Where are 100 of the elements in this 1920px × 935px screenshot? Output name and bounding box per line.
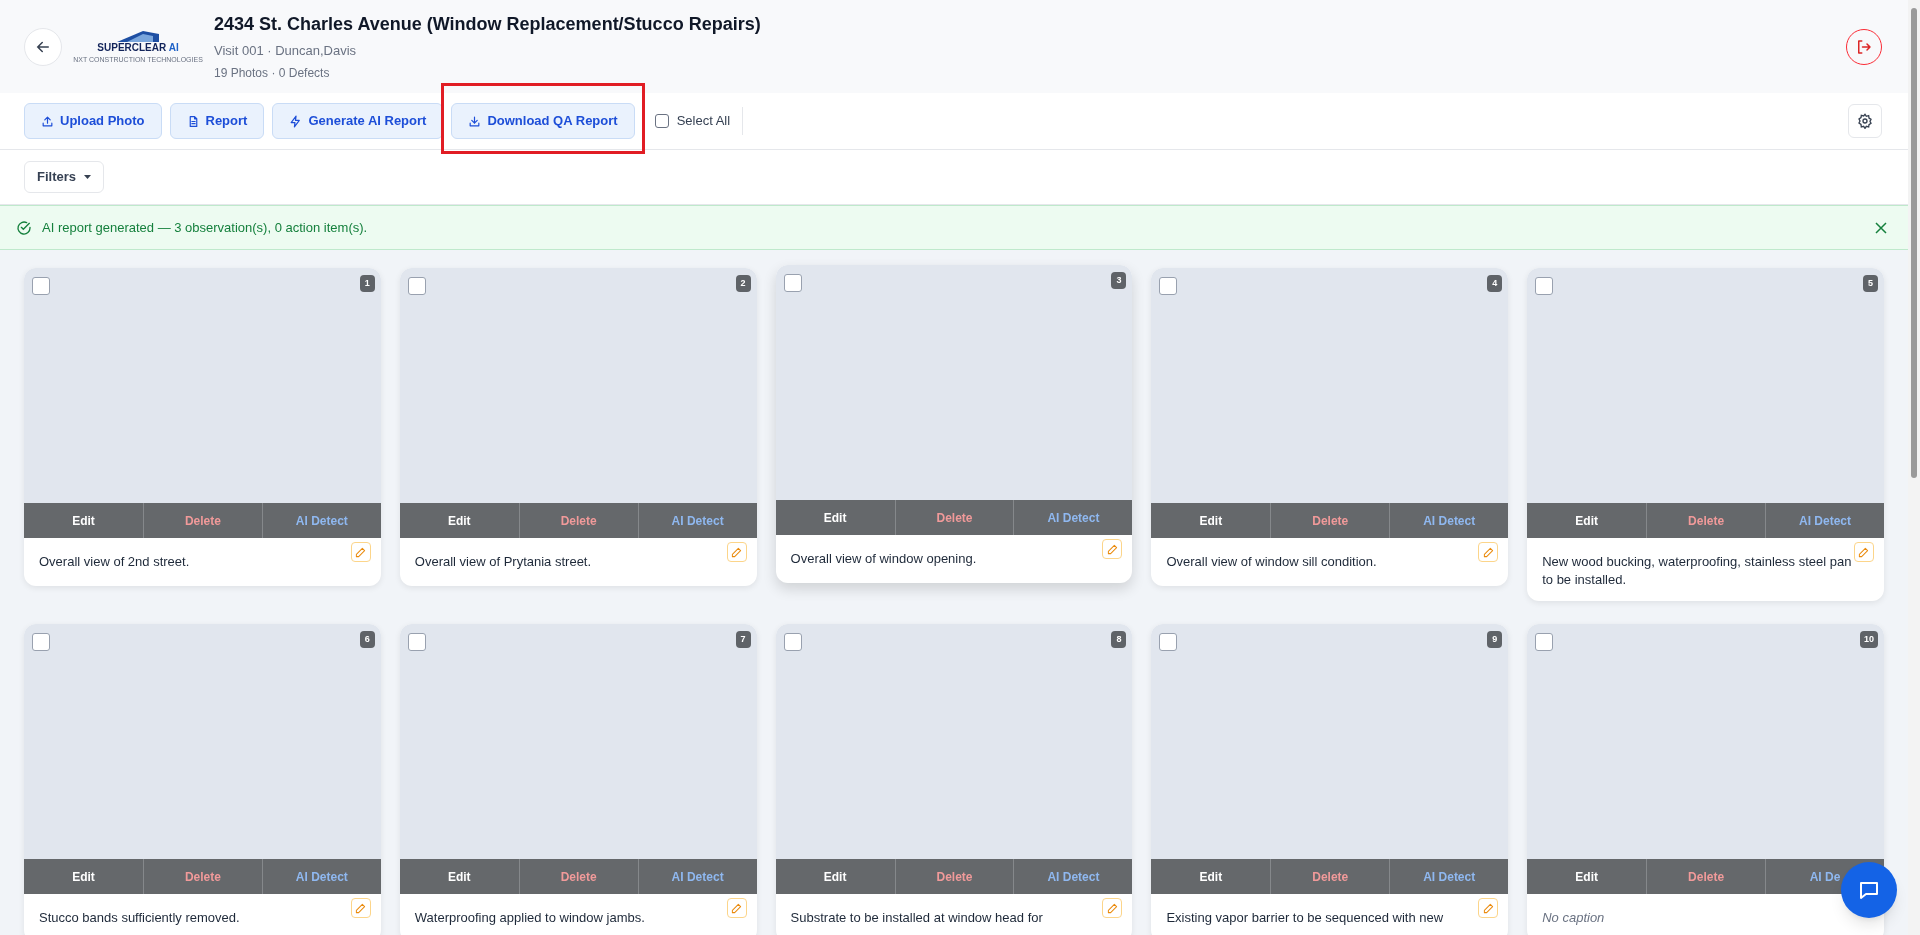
photo-checkbox[interactable]: [783, 633, 802, 651]
photo-action-button[interactable]: Delete: [560, 511, 597, 530]
pencil-icon: [731, 902, 743, 914]
photo-stats: 19 Photos · 0 Defects: [214, 64, 331, 82]
logo-wordmark: SUPERCLEAR AI: [97, 41, 179, 54]
photo-checkbox[interactable]: [1535, 633, 1554, 651]
logout-icon: [1855, 37, 1873, 56]
settings-icon: [1857, 113, 1873, 129]
photo-action-button[interactable]: Delete: [936, 867, 973, 886]
photo-checkbox[interactable]: [783, 274, 802, 292]
photo-checkbox[interactable]: [32, 277, 50, 295]
photo-number: 3: [1111, 272, 1127, 289]
photo-action-button[interactable]: Edit: [72, 867, 95, 886]
photo-action-button[interactable]: Edit: [1199, 867, 1223, 886]
photo-action-button[interactable]: Delete: [1688, 867, 1725, 886]
photo-action-button[interactable]: Edit: [447, 867, 471, 886]
banner-message: AI report generated — 3 observation(s), 0 action item(s).: [42, 218, 368, 237]
pencil-icon: [731, 546, 743, 558]
photo-action-button[interactable]: AI Detect: [1423, 867, 1476, 886]
check-circle-icon: [16, 219, 32, 236]
photo-action-button[interactable]: Edit: [447, 511, 471, 530]
pencil-icon: [355, 902, 367, 914]
pencil-icon: [1106, 902, 1118, 914]
edit-caption-button[interactable]: [1102, 539, 1123, 559]
photo-action-button[interactable]: AI Detect: [295, 511, 348, 530]
photo-checkbox[interactable]: [1535, 277, 1554, 295]
photo-number: 7: [735, 631, 751, 648]
pencil-icon: [1106, 543, 1118, 555]
photo-caption: Substrate to be installed at window head for: [790, 909, 1044, 927]
photo-action-button[interactable]: Edit: [72, 511, 95, 530]
photo-action-button[interactable]: AI Detect: [671, 511, 724, 530]
pencil-icon: [355, 546, 367, 558]
pencil-icon: [1858, 546, 1870, 558]
edit-caption-button[interactable]: [726, 542, 747, 562]
edit-caption-button[interactable]: [726, 898, 747, 918]
photo-caption: Existing vapor barrier to be sequenced with new: [1166, 909, 1445, 927]
photo-caption: Overall view of 2nd street.: [39, 553, 191, 571]
photo-action-button[interactable]: Delete: [936, 508, 973, 527]
edit-caption-button[interactable]: [1854, 542, 1874, 562]
photo-action-button[interactable]: AI Detect: [295, 867, 348, 886]
photo-caption: Waterproofing applied to window jambs.: [414, 909, 646, 927]
scrollbar-track[interactable]: [1908, 0, 1920, 935]
toolbar-button[interactable]: Download QA Report: [451, 103, 635, 139]
photo-action-button[interactable]: AI Detect: [1047, 508, 1100, 527]
photo-number: 1: [359, 275, 375, 292]
photo-number: 5: [1863, 275, 1878, 292]
toolbar-button[interactable]: Upload Photo: [24, 103, 162, 139]
pencil-icon: [1482, 902, 1494, 914]
photo-action-button[interactable]: Edit: [1199, 511, 1223, 530]
caret-icon: [84, 174, 91, 180]
visit-info: Visit 001 · Duncan,Davis: [214, 42, 358, 61]
close-button[interactable]: [1873, 219, 1889, 236]
select-all-label[interactable]: Select All: [676, 111, 731, 131]
close-icon: [1875, 221, 1887, 234]
photo-action-button[interactable]: AI Detect: [1799, 511, 1851, 530]
photo-action-button[interactable]: Delete: [1688, 511, 1725, 530]
photo-caption: Overall view of window opening.: [790, 550, 978, 568]
photo-number: 8: [1111, 631, 1127, 648]
photo-checkbox[interactable]: [407, 633, 426, 651]
photo-caption: New wood bucking, waterproofing, stainless steel pan to be installed.: [1542, 553, 1853, 589]
photo-checkbox[interactable]: [1159, 277, 1178, 295]
photo-action-button[interactable]: AI Detect: [1423, 511, 1476, 530]
edit-caption-button[interactable]: [1478, 542, 1499, 562]
photo-number: 4: [1487, 275, 1503, 292]
select-all-checkbox[interactable]: [654, 114, 669, 128]
toolbar-button[interactable]: Generate AI Report: [272, 103, 444, 139]
photo-checkbox[interactable]: [407, 277, 426, 295]
edit-caption-button[interactable]: [1102, 898, 1123, 918]
photo-action-button[interactable]: Edit: [1575, 511, 1598, 530]
filters-dropdown[interactable]: Filters: [24, 161, 104, 193]
edit-caption-button[interactable]: [1478, 898, 1499, 918]
photo-action-button[interactable]: AI Detect: [1047, 867, 1100, 886]
lightning-icon: [289, 114, 303, 128]
edit-caption-button[interactable]: [350, 898, 371, 918]
edit-caption-button[interactable]: [350, 542, 371, 562]
project-title: 2434 St. Charles Avenue (Window Replacement/Stucco Repairs): [214, 13, 761, 37]
toolbar-button[interactable]: Report: [169, 103, 265, 139]
photo-action-button[interactable]: Delete: [1312, 867, 1349, 886]
photo-action-button[interactable]: Delete: [184, 511, 221, 530]
photo-caption: Overall view of window sill condition.: [1166, 553, 1378, 571]
photo-number: 10: [1859, 631, 1878, 648]
scrollbar-thumb[interactable]: [1911, 8, 1917, 478]
photo-action-button[interactable]: Delete: [560, 867, 597, 886]
photo-action-button[interactable]: AI Detect: [671, 867, 724, 886]
photo-number: 6: [359, 631, 375, 648]
upload-icon: [41, 114, 54, 128]
photo-action-button[interactable]: AI De: [1809, 867, 1841, 886]
photo-action-button[interactable]: Delete: [184, 867, 221, 886]
photo-checkbox[interactable]: [1159, 633, 1178, 651]
photo-action-button[interactable]: Delete: [1312, 511, 1349, 530]
photo-caption: Overall view of Prytania street.: [414, 553, 593, 571]
photo-number: 2: [735, 275, 751, 292]
photo-action-button[interactable]: Edit: [823, 867, 847, 886]
settings-button[interactable]: [1848, 104, 1882, 138]
photo-checkbox[interactable]: [32, 633, 50, 651]
photo-caption: Stucco bands sufficiently removed.: [39, 909, 241, 927]
photo-action-button[interactable]: Edit: [823, 508, 847, 527]
back-button[interactable]: [24, 27, 62, 66]
pencil-icon: [1482, 546, 1494, 558]
photo-action-button[interactable]: Edit: [1575, 867, 1598, 886]
